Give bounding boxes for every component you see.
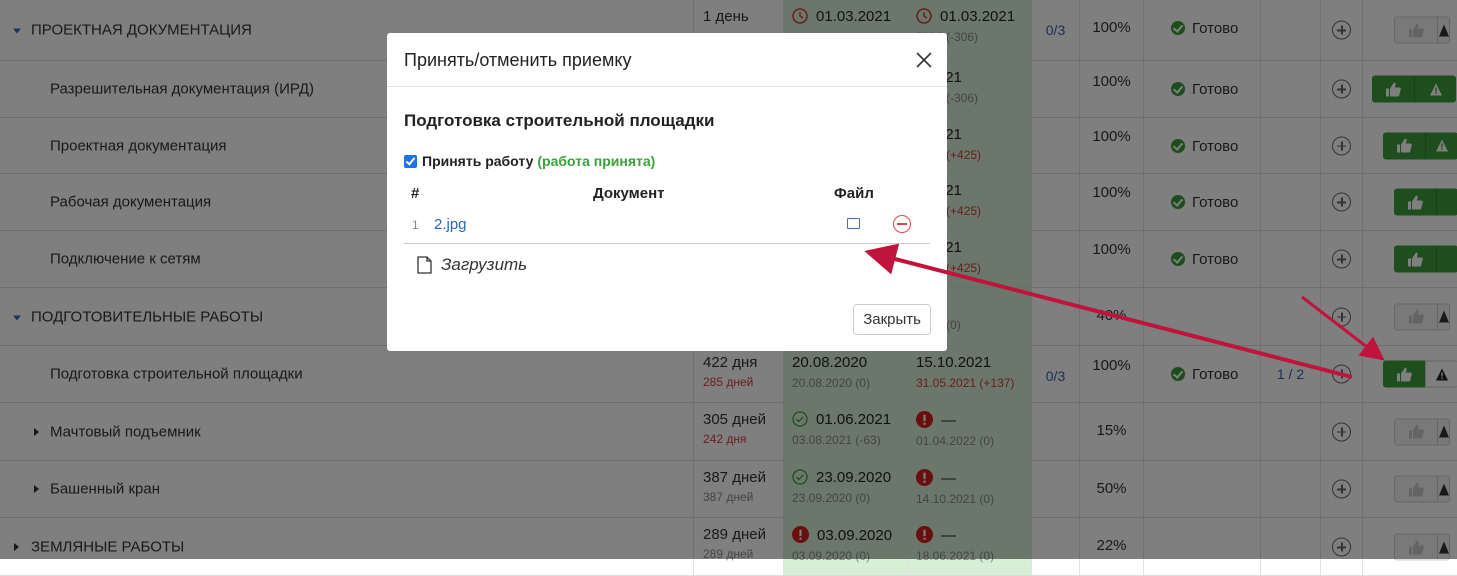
- accepted-note: (работа принята): [537, 153, 656, 169]
- col-doc-header: Документ: [593, 185, 665, 202]
- table-row: 1 2.jpg: [404, 210, 930, 244]
- accept-checkbox[interactable]: [404, 154, 417, 168]
- col-file-header: Файл: [834, 185, 874, 202]
- document-link[interactable]: 2.jpg: [434, 216, 467, 233]
- accept-label: Принять работу: [422, 153, 534, 169]
- col-num-header: #: [411, 185, 420, 202]
- dialog-header: Принять/отменить приемку: [387, 33, 947, 87]
- close-button[interactable]: Закрыть: [853, 304, 931, 335]
- row-number: 1: [412, 218, 419, 232]
- dialog-title: Принять/отменить приемку: [404, 50, 632, 70]
- upload-label: Загрузить: [441, 255, 528, 274]
- upload-button[interactable]: Загрузить: [417, 255, 527, 275]
- image-file-icon[interactable]: [847, 218, 860, 229]
- remove-circle-icon[interactable]: [893, 215, 911, 233]
- accept-dialog: Принять/отменить приемку Подготовка стро…: [387, 33, 947, 351]
- dialog-task-name: Подготовка строительной площадки: [404, 111, 715, 130]
- accept-checkbox-row[interactable]: Принять работу (работа принята): [404, 153, 655, 169]
- file-icon: [417, 256, 432, 274]
- close-icon[interactable]: [915, 51, 933, 69]
